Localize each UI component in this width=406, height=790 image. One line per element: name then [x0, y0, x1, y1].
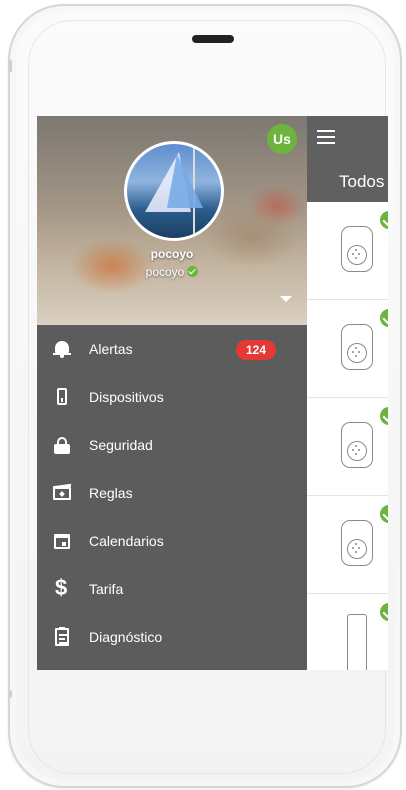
smart-plug-icon [341, 324, 373, 370]
status-check-icon [380, 505, 388, 523]
calendar-icon [53, 532, 71, 550]
list-item[interactable] [307, 300, 388, 398]
clipboard-icon [53, 627, 71, 646]
menu-item-tarifa[interactable]: $ Tarifa [37, 565, 307, 613]
device-list [307, 202, 388, 670]
rules-icon [53, 484, 71, 502]
smart-plug-icon [341, 520, 373, 566]
list-item[interactable] [307, 496, 388, 594]
side-button [9, 690, 12, 698]
drawer-menu: Alertas 124 Dispositivos Seguridad Regla… [37, 325, 307, 661]
list-item[interactable] [307, 202, 388, 300]
tab-todos[interactable]: Todos [339, 172, 384, 192]
menu-item-label: Tarifa [89, 581, 124, 597]
menu-item-label: Reglas [89, 485, 133, 501]
account-switcher-badge[interactable]: Us [267, 124, 297, 154]
menu-item-alertas[interactable]: Alertas 124 [37, 325, 307, 373]
menu-item-diagnostico[interactable]: Diagnóstico [37, 613, 307, 661]
alert-count-badge: 124 [236, 340, 276, 360]
app-screen: Todos Us pocoyo pocoyo Alertas 124 Dispo… [37, 116, 388, 670]
device-icon [53, 388, 71, 406]
account-dropdown-icon[interactable] [280, 296, 292, 302]
hamburger-menu-icon[interactable] [317, 130, 335, 144]
menu-item-label: Seguridad [89, 437, 153, 453]
status-check-icon [380, 309, 388, 327]
speaker-grille [192, 35, 234, 43]
app-bar: Todos [307, 116, 388, 202]
menu-item-dispositivos[interactable]: Dispositivos [37, 373, 307, 421]
profile-username: pocoyo [145, 265, 185, 279]
profile-username-row: pocoyo [37, 265, 307, 279]
side-button [9, 60, 12, 72]
lock-icon [53, 436, 71, 454]
sensor-device-icon [347, 614, 367, 670]
drawer-header: Us pocoyo pocoyo [37, 116, 307, 325]
smart-plug-icon [341, 226, 373, 272]
menu-item-label: Calendarios [89, 533, 164, 549]
verified-check-icon [187, 266, 199, 277]
list-item[interactable] [307, 594, 388, 670]
status-check-icon [380, 211, 388, 229]
status-check-icon [380, 407, 388, 425]
bell-icon [53, 340, 71, 358]
list-item[interactable] [307, 398, 388, 496]
profile-name: pocoyo [150, 247, 194, 261]
menu-item-calendarios[interactable]: Calendarios [37, 517, 307, 565]
menu-item-reglas[interactable]: Reglas [37, 469, 307, 517]
menu-item-seguridad[interactable]: Seguridad [37, 421, 307, 469]
status-check-icon [380, 603, 388, 621]
menu-item-label: Dispositivos [89, 389, 164, 405]
menu-item-label: Alertas [89, 341, 133, 357]
smart-plug-icon [341, 422, 373, 468]
dollar-icon: $ [55, 575, 68, 600]
navigation-drawer: Us pocoyo pocoyo Alertas 124 Dispositivo… [37, 116, 307, 670]
menu-item-label: Diagnóstico [89, 629, 163, 645]
avatar[interactable] [124, 141, 224, 241]
